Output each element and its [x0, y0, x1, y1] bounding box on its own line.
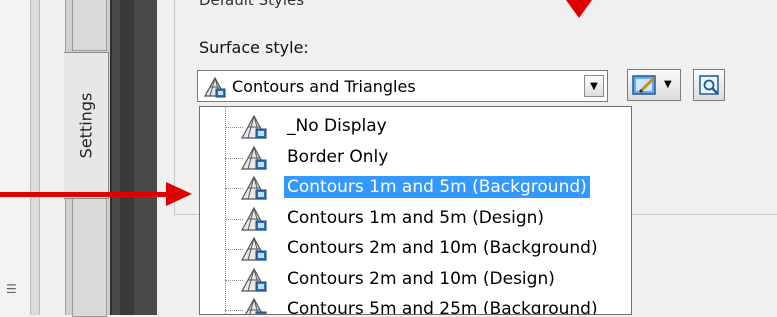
view-style-button[interactable]: [693, 69, 725, 101]
list-item[interactable]: Contours 2m and 10m (Background): [200, 234, 630, 264]
surface-style-dropdown-list[interactable]: _No Display Border Only Contours 1m and 5m…: [199, 106, 632, 315]
divider-inner: [120, 0, 134, 315]
list-item[interactable]: Contours 5m and 25m (Background): [200, 295, 630, 315]
sidebar-edge: [30, 0, 40, 315]
palette-divider-bar: [110, 0, 157, 315]
settings-panel: Default Styles Surface style: Contours a…: [157, 0, 777, 315]
surface-style-icon: [240, 267, 268, 297]
list-item[interactable]: Contours 1m and 5m (Design): [200, 204, 630, 234]
tab-settings-label: Settings: [76, 92, 96, 159]
edit-style-icon: [632, 74, 660, 100]
surface-style-icon: [240, 175, 268, 205]
list-item-label: Contours 1m and 5m (Background): [284, 176, 590, 198]
edit-style-button[interactable]: ▼: [627, 69, 681, 101]
surface-style-value: Contours and Triangles: [232, 77, 416, 96]
surface-style-icon: [240, 297, 268, 314]
list-item-label: Border Only: [287, 146, 389, 167]
list-item[interactable]: Contours 2m and 10m (Design): [200, 265, 630, 295]
list-item-label: Contours 2m and 10m (Design): [287, 268, 555, 289]
tab-column-lower: [72, 198, 107, 317]
annotation-arrow-head: [166, 182, 192, 206]
surface-style-icon: [240, 145, 268, 175]
list-item[interactable]: Contours 1m and 5m (Background): [200, 173, 630, 203]
surface-style-icon: [203, 76, 227, 102]
surface-style-icon: [240, 114, 268, 144]
left-sidebar-strip: ☰: [0, 0, 40, 315]
list-item-label: Contours 1m and 5m (Design): [287, 207, 545, 228]
surface-style-icon: [240, 206, 268, 236]
chevron-down-icon[interactable]: ▼: [584, 75, 604, 97]
list-item[interactable]: _No Display: [200, 112, 630, 142]
tab-settings[interactable]: Settings: [64, 52, 109, 199]
list-item-label: Contours 2m and 10m (Background): [287, 238, 598, 258]
surface-style-icon: [240, 236, 268, 266]
list-item[interactable]: Border Only: [200, 143, 630, 173]
surface-style-combobox[interactable]: Contours and Triangles ▼: [197, 70, 608, 102]
surface-style-label: Surface style:: [199, 38, 309, 57]
list-item-label: _No Display: [287, 116, 387, 136]
view-style-icon: [699, 75, 721, 101]
grip-handle-icon[interactable]: ☰: [6, 282, 24, 306]
chevron-down-icon[interactable]: ▼: [664, 79, 672, 90]
group-title: Default Styles: [199, 0, 305, 9]
list-item-label: Contours 5m and 25m (Background): [287, 299, 598, 315]
tab-header: [72, 0, 107, 51]
annotation-arrow-shaft: [0, 192, 168, 197]
annotation-arrow-down: [566, 0, 592, 18]
